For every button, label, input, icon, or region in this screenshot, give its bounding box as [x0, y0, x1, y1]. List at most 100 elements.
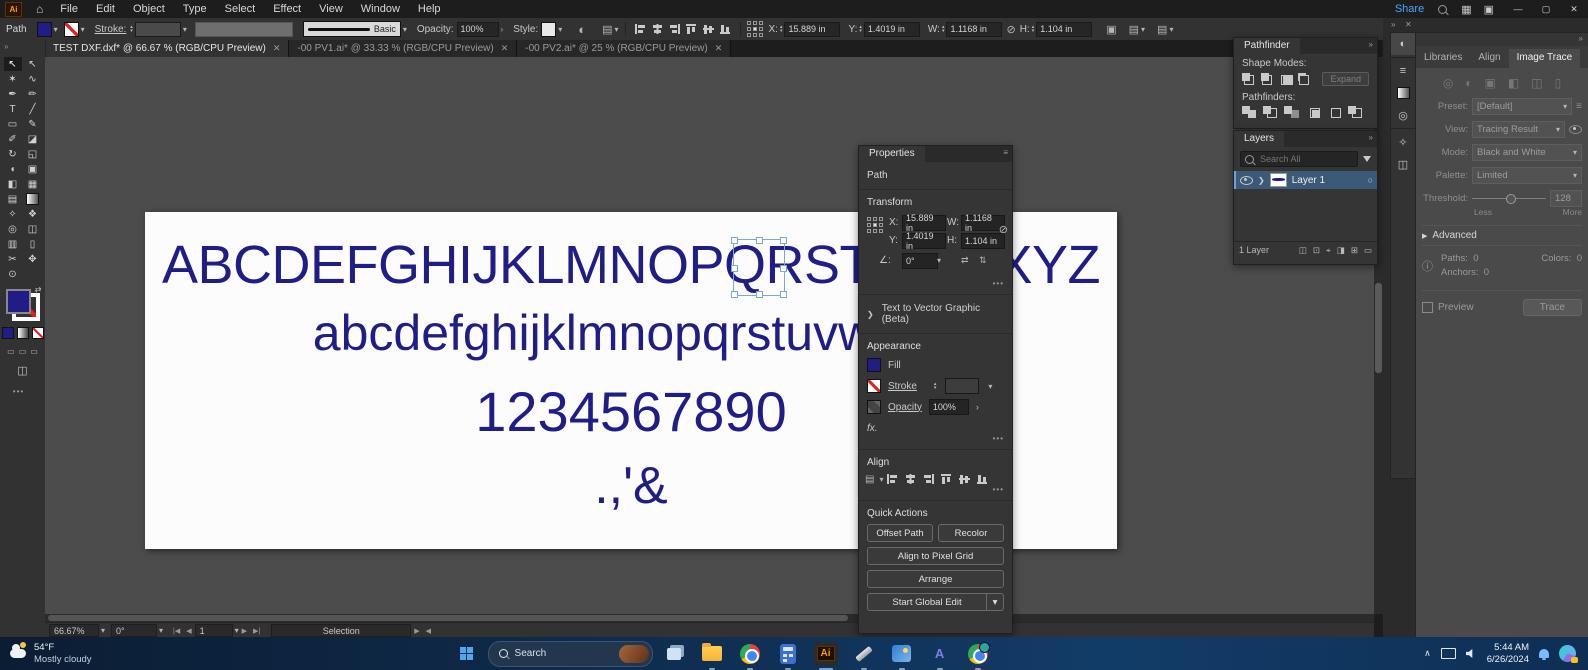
- gradient-tool[interactable]: [24, 192, 42, 206]
- notification-bell-icon[interactable]: [1539, 649, 1549, 660]
- horizontal-scrollbar[interactable]: [45, 614, 1374, 622]
- document-tab-3[interactable]: -00 PV2.ai* @ 25 % (RGB/CPU Preview) ✕: [517, 40, 732, 57]
- advanced-label[interactable]: Advanced: [1432, 230, 1476, 241]
- layer-name[interactable]: Layer 1: [1292, 175, 1363, 186]
- reference-point-locator[interactable]: [746, 21, 763, 37]
- expand-arrow-icon[interactable]: ›: [976, 402, 979, 412]
- stroke-panel-link[interactable]: Stroke:: [95, 24, 127, 35]
- chrome-icon[interactable]: [738, 642, 762, 670]
- minimize-button[interactable]: —: [1504, 0, 1532, 18]
- document-setup-icon[interactable]: ▤: [602, 23, 612, 36]
- expand-layer-icon[interactable]: ❯: [1258, 176, 1265, 185]
- pen-tool[interactable]: ✒: [4, 87, 22, 101]
- draw-behind-icon[interactable]: ▭: [19, 347, 27, 356]
- chevron-down-icon[interactable]: ▾: [1141, 25, 1145, 34]
- weather-widget[interactable]: 54°F Mostly cloudy: [10, 642, 92, 666]
- layer-thumbnail[interactable]: [1269, 173, 1287, 187]
- document-tab-2[interactable]: -00 PV1.ai* @ 33.33 % (RGB/CPU Preview) …: [289, 40, 518, 57]
- lasso-tool[interactable]: ∿: [24, 72, 42, 86]
- tab-align[interactable]: Align: [1470, 49, 1508, 68]
- variable-width-profile[interactable]: [194, 21, 293, 37]
- magic-wand-tool[interactable]: ✶: [4, 72, 22, 86]
- collapse-dock-icon[interactable]: »: [1391, 20, 1395, 29]
- curvature-tool[interactable]: ✏: [24, 87, 42, 101]
- calculator-icon[interactable]: [776, 642, 800, 670]
- zoom-tool[interactable]: ⊙: [4, 267, 22, 281]
- vertical-scrollbar-thumb[interactable]: [1375, 283, 1382, 373]
- type-tool[interactable]: T: [4, 102, 22, 116]
- shaper-tool[interactable]: ✐: [4, 132, 22, 146]
- constrain-proportions-icon[interactable]: ⊘: [999, 223, 1008, 236]
- intersect-icon[interactable]: [1279, 73, 1294, 85]
- column-graph-tool[interactable]: ▥: [4, 237, 22, 251]
- tab-image-trace[interactable]: Image Trace: [1508, 49, 1581, 68]
- chevron-down-icon[interactable]: ▾: [235, 626, 239, 635]
- stroke-weight-stepper[interactable]: ▴ ▾: [130, 25, 133, 34]
- stroke-swatch[interactable]: [867, 379, 881, 393]
- chevron-down-icon[interactable]: ▾: [81, 25, 85, 34]
- selection-bounding-box[interactable]: [731, 237, 787, 298]
- rotation-field[interactable]: 0°: [111, 624, 158, 637]
- transform-x-field[interactable]: 15.889 in: [902, 213, 946, 233]
- stroke-weight-field[interactable]: [134, 21, 181, 37]
- x-stepper[interactable]: ▴ ▾: [780, 25, 783, 34]
- opacity-label[interactable]: Opacity: [888, 402, 922, 413]
- copilot-icon[interactable]: [1559, 645, 1578, 663]
- workspace-switcher-icon[interactable]: ▦: [1461, 3, 1471, 16]
- stroke-panel-icon[interactable]: ≡: [1391, 60, 1415, 82]
- selection-handle[interactable]: [780, 291, 787, 298]
- layers-search-input[interactable]: [1258, 153, 1353, 165]
- reference-point-locator[interactable]: [867, 217, 883, 233]
- network-display-icon[interactable]: [1440, 648, 1456, 659]
- horizontal-scrollbar-thumb[interactable]: [48, 615, 848, 621]
- previous-artboard-icon[interactable]: ◀: [186, 627, 191, 635]
- fill-swatch[interactable]: [867, 358, 881, 372]
- menu-file[interactable]: File: [51, 3, 87, 15]
- collapse-panel-icon[interactable]: »: [0, 40, 45, 53]
- text-to-vector-label[interactable]: Text to Vector Graphic (Beta): [882, 303, 1004, 325]
- rotation-angle-field[interactable]: 0°: [902, 253, 938, 269]
- chrome-profile-icon[interactable]: [966, 641, 990, 670]
- locate-object-icon[interactable]: ⌖: [1326, 245, 1331, 256]
- blend-tool[interactable]: ❖: [24, 207, 42, 221]
- stroke-label[interactable]: Stroke: [888, 381, 917, 392]
- clock-widget[interactable]: 5:44 AM 6/26/2024: [1487, 642, 1529, 666]
- menu-help[interactable]: Help: [409, 3, 450, 15]
- expand-arrow-icon[interactable]: ›: [501, 25, 504, 34]
- tab-pathfinder[interactable]: Pathfinder: [1234, 38, 1300, 54]
- home-icon[interactable]: ⌂: [36, 2, 43, 16]
- tab-layers[interactable]: Layers: [1234, 131, 1285, 147]
- swap-fill-stroke-icon[interactable]: ⇄: [35, 285, 42, 294]
- menu-object[interactable]: Object: [124, 3, 174, 15]
- close-tab-icon[interactable]: ✕: [501, 43, 509, 54]
- rotate-tool[interactable]: ↻: [4, 147, 22, 161]
- arrange-button[interactable]: Arrange: [867, 570, 1004, 588]
- selection-handle[interactable]: [756, 291, 763, 298]
- fill-color-swatch[interactable]: [36, 21, 52, 37]
- collapse-panel-icon[interactable]: »: [1369, 133, 1373, 142]
- autocad-icon[interactable]: A: [928, 642, 952, 670]
- y-stepper[interactable]: ▴ ▾: [859, 25, 862, 34]
- fill-stroke-control[interactable]: ⇄: [5, 285, 42, 321]
- appearance-more-options[interactable]: •••: [859, 434, 1012, 443]
- divide-icon[interactable]: [1242, 106, 1257, 118]
- photos-app-icon[interactable]: [890, 642, 914, 670]
- chevron-down-icon[interactable]: ▾: [54, 25, 58, 34]
- shape-builder-tool[interactable]: ◧: [4, 177, 22, 191]
- menu-edit[interactable]: Edit: [87, 3, 124, 15]
- symbols-panel-icon[interactable]: ◫: [1391, 153, 1415, 175]
- transform-more-options[interactable]: •••: [859, 279, 1012, 288]
- opacity-swatch[interactable]: [867, 400, 881, 414]
- h-stepper[interactable]: ▴ ▾: [1032, 25, 1035, 34]
- symbols-tool[interactable]: ◫: [24, 222, 42, 236]
- constrain-proportions-icon[interactable]: ⊘: [1006, 23, 1015, 36]
- close-dock-icon[interactable]: ✕: [1405, 20, 1412, 29]
- x-field[interactable]: 15.889 in: [784, 21, 841, 37]
- align-right-icon[interactable]: [668, 23, 681, 35]
- file-explorer-icon[interactable]: [700, 642, 724, 670]
- graphic-style-swatch[interactable]: [541, 21, 557, 37]
- chevron-down-icon[interactable]: ▾: [159, 626, 163, 635]
- fill-color-indicator[interactable]: [5, 289, 31, 314]
- align-more-options[interactable]: •••: [859, 485, 1012, 494]
- gradient-panel-icon[interactable]: [1391, 82, 1415, 104]
